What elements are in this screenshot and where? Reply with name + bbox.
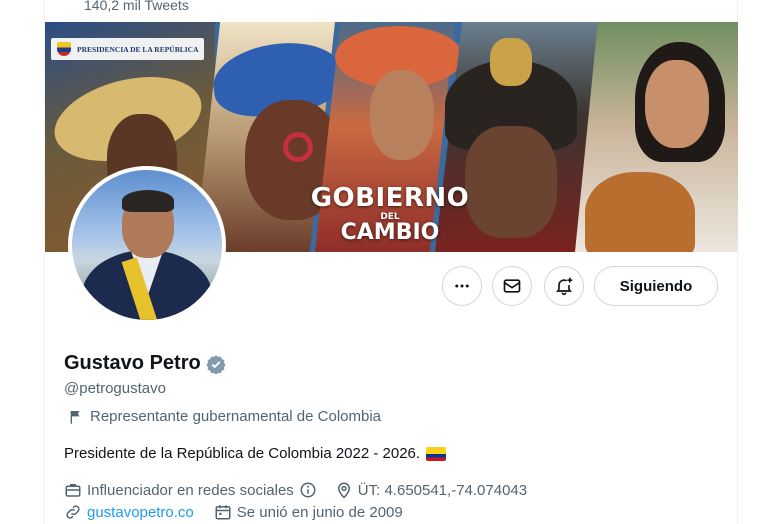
joined-item: Se unió en junio de 2009 [214, 503, 403, 521]
banner-person-5 [645, 60, 709, 148]
banner-headline-line1: GOBIERNO [310, 183, 470, 213]
location-text: ÜT: 4.650541,-74.074043 [357, 481, 528, 499]
bell-plus-icon [554, 276, 574, 296]
colombia-flag-icon [426, 446, 447, 461]
profile-meta-row-2: gustavopetro.co Se unió en junio de 2009 [64, 503, 403, 521]
banner-headline-line3: CAMBIO [340, 220, 440, 245]
affiliation-text: Representante gubernamental de Colombia [90, 408, 382, 425]
coat-of-arms-icon [57, 42, 71, 56]
joined-text: Se unió en junio de 2009 [236, 503, 403, 521]
website-link[interactable]: gustavopetro.co [87, 504, 194, 521]
category-item: Influenciador en redes sociales [64, 481, 317, 499]
profile-meta-row-1: Influenciador en redes sociales ÜT: 4.65… [64, 481, 527, 499]
more-icon [453, 277, 471, 295]
bio-text: Presidente de la República de Colombia 2… [64, 445, 421, 462]
banner-person-3 [370, 70, 434, 160]
avatar-hair [122, 190, 174, 212]
presidency-logo: PRESIDENCIA DE LA REPÚBLICA [51, 38, 205, 60]
following-button[interactable]: Siguiendo [594, 266, 718, 306]
envelope-icon [502, 276, 522, 296]
flag-outline-icon [68, 409, 84, 425]
presidency-logo-text: PRESIDENCIA DE LA REPÚBLICA [77, 44, 199, 54]
calendar-icon [214, 503, 232, 521]
info-icon[interactable] [299, 481, 317, 499]
notifications-button[interactable] [544, 266, 584, 306]
bio: Presidente de la República de Colombia 2… [64, 445, 447, 462]
banner-dog [585, 172, 695, 252]
location-pin-icon [335, 481, 353, 499]
handle: @petrogustavo [64, 380, 166, 397]
briefcase-icon [64, 481, 82, 499]
banner-face-paint [283, 132, 313, 162]
avatar[interactable] [68, 166, 226, 324]
verified-badge-icon[interactable] [206, 354, 226, 374]
profile-name-row: Gustavo Petro [64, 352, 226, 375]
banner-helmet-crest [490, 38, 532, 86]
category-text: Influenciador en redes sociales [87, 481, 294, 499]
affiliation-label[interactable]: Representante gubernamental de Colombia [68, 408, 381, 425]
more-button[interactable] [442, 266, 482, 306]
banner-headline: GOBIERNO DEL CAMBIO [295, 184, 485, 244]
website-item: gustavopetro.co [64, 503, 194, 521]
message-button[interactable] [492, 266, 532, 306]
display-name: Gustavo Petro [64, 352, 201, 374]
tweet-count: 140,2 mil Tweets [84, 0, 189, 13]
location-item: ÜT: 4.650541,-74.074043 [335, 481, 527, 499]
link-icon [64, 503, 82, 521]
